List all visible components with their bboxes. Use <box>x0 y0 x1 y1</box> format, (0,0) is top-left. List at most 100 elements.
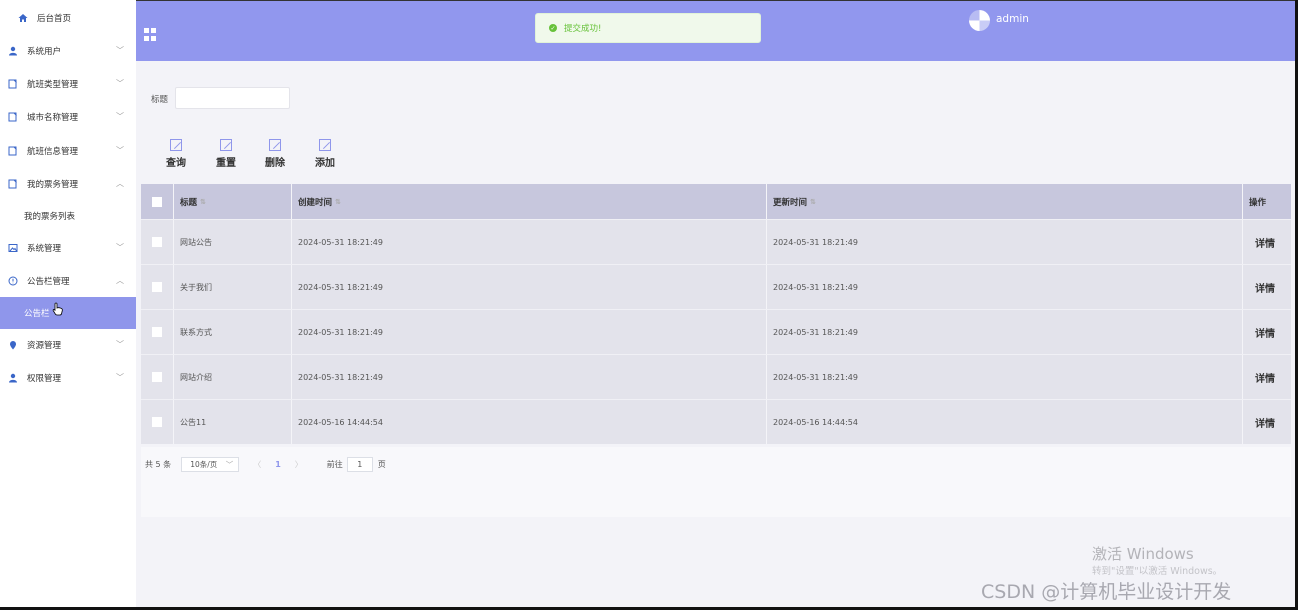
title-search-input[interactable] <box>175 87 290 109</box>
edit-icon <box>170 139 182 151</box>
query-label: 查询 <box>166 158 186 169</box>
sort-icon[interactable]: ⇅ <box>810 198 816 206</box>
reset-button[interactable]: 重置 <box>216 139 236 169</box>
success-toast: ✓ 提交成功! <box>535 13 761 43</box>
row-checkbox[interactable] <box>152 372 162 382</box>
header-created[interactable]: 创建时间 ⇅ <box>292 184 767 219</box>
header-title[interactable]: 标题 ⇅ <box>174 184 292 219</box>
page-size-select[interactable]: 10条/页 ﹀ <box>181 457 240 472</box>
cell-updated: 2024-05-31 18:21:49 <box>767 355 1243 399</box>
sidebar-item-label: 航班信息管理 <box>27 146 79 157</box>
avatar[interactable] <box>969 10 990 31</box>
row-checkbox[interactable] <box>152 327 162 337</box>
detail-button[interactable]: 详情 <box>1255 370 1275 385</box>
sidebar-item-label: 系统管理 <box>27 243 62 254</box>
header-checkbox-cell <box>141 184 174 219</box>
cell-title: 关于我们 <box>174 265 292 309</box>
doc-icon <box>8 79 18 89</box>
chevron-down-icon: ﹀ <box>116 112 124 121</box>
user-icon <box>8 46 18 56</box>
column-label: 创建时间 <box>298 197 333 208</box>
delete-button[interactable]: 删除 <box>265 139 285 169</box>
table-row[interactable]: 关于我们 2024-05-31 18:21:49 2024-05-31 18:2… <box>141 264 1291 309</box>
sidebar-item-flights[interactable]: 航班信息管理 ﹀ <box>0 134 136 167</box>
table-row[interactable]: 公告11 2024-05-16 14:44:54 2024-05-16 14:4… <box>141 399 1291 444</box>
cell-created: 2024-05-31 18:21:49 <box>292 220 767 264</box>
doc-icon <box>8 179 18 189</box>
column-label: 更新时间 <box>773 197 808 208</box>
sidebar-item-notice-mgmt[interactable]: 公告栏管理 ︿ <box>0 264 136 297</box>
grid-menu-icon[interactable] <box>144 28 157 41</box>
cell-created: 2024-05-16 14:44:54 <box>292 400 767 444</box>
detail-button[interactable]: 详情 <box>1255 235 1275 250</box>
sidebar: 后台首页 系统用户 ﹀ 航班类型管理 ﹀ 城市名称管理 ﹀ 航班信息管理 ﹀ 我… <box>0 0 137 610</box>
delete-label: 删除 <box>265 158 285 169</box>
home-icon <box>18 13 28 23</box>
row-checkbox-cell <box>141 220 174 264</box>
sidebar-item-system-users[interactable]: 系统用户 ﹀ <box>0 34 136 67</box>
total-count: 共 5 条 <box>145 460 172 469</box>
table-row[interactable]: 网站介绍 2024-05-31 18:21:49 2024-05-31 18:2… <box>141 354 1291 399</box>
edit-icon <box>269 139 281 151</box>
cell-updated: 2024-05-31 18:21:49 <box>767 220 1243 264</box>
cell-action: 详情 <box>1243 355 1291 399</box>
query-button[interactable]: 查询 <box>166 139 186 169</box>
sort-icon[interactable]: ⇅ <box>335 198 341 206</box>
hand-cursor-icon <box>52 302 64 319</box>
sidebar-item-label: 资源管理 <box>27 340 62 351</box>
csdn-watermark: CSDN @计算机毕业设计开发 <box>981 581 1232 603</box>
chevron-down-icon: ﹀ <box>116 340 124 349</box>
sidebar-item-label: 城市名称管理 <box>27 112 79 123</box>
row-checkbox[interactable] <box>152 237 162 247</box>
sidebar-item-label: 公告栏 <box>24 309 50 319</box>
add-button[interactable]: 添加 <box>315 139 335 169</box>
cell-created: 2024-05-31 18:21:49 <box>292 355 767 399</box>
username[interactable]: admin <box>996 13 1029 25</box>
check-circle-icon: ✓ <box>549 24 557 32</box>
toast-message: 提交成功! <box>564 24 602 34</box>
chevron-up-icon: ︿ <box>116 179 124 188</box>
prev-page-icon[interactable]: 〈 <box>253 459 261 470</box>
cell-created: 2024-05-31 18:21:49 <box>292 265 767 309</box>
table-header: 标题 ⇅ 创建时间 ⇅ 更新时间 ⇅ 操作 <box>141 184 1291 219</box>
cell-updated: 2024-05-16 14:44:54 <box>767 400 1243 444</box>
detail-button[interactable]: 详情 <box>1255 325 1275 340</box>
image-icon <box>8 243 18 253</box>
sort-icon[interactable]: ⇅ <box>200 198 206 206</box>
table-row[interactable]: 网站公告 2024-05-31 18:21:49 2024-05-31 18:2… <box>141 219 1291 264</box>
cell-created: 2024-05-31 18:21:49 <box>292 310 767 354</box>
cell-title: 联系方式 <box>174 310 292 354</box>
user-menu[interactable]: admin <box>969 10 1029 31</box>
sidebar-item-my-tickets[interactable]: 我的票务管理 ︿ <box>0 167 136 200</box>
cell-action: 详情 <box>1243 310 1291 354</box>
row-checkbox-cell <box>141 355 174 399</box>
sidebar-item-permissions[interactable]: 权限管理 ﹀ <box>0 361 136 394</box>
sidebar-item-resources[interactable]: 资源管理 ﹀ <box>0 328 136 361</box>
goto-label: 前往 <box>326 460 343 469</box>
select-all-checkbox[interactable] <box>152 196 162 207</box>
row-checkbox-cell <box>141 310 174 354</box>
sidebar-subitem-notice[interactable]: 公告栏 <box>0 297 136 329</box>
next-page-icon[interactable]: 〉 <box>295 459 303 470</box>
user-icon <box>8 373 18 383</box>
cell-updated: 2024-05-31 18:21:49 <box>767 310 1243 354</box>
row-checkbox[interactable] <box>152 282 162 292</box>
table-row[interactable]: 联系方式 2024-05-31 18:21:49 2024-05-31 18:2… <box>141 309 1291 354</box>
sidebar-subitem-ticket-list[interactable]: 我的票务列表 <box>0 200 136 232</box>
search-label: 标题 <box>151 95 169 105</box>
cell-title: 网站介绍 <box>174 355 292 399</box>
row-checkbox[interactable] <box>152 417 162 427</box>
detail-button[interactable]: 详情 <box>1255 415 1275 430</box>
header-updated[interactable]: 更新时间 ⇅ <box>767 184 1243 219</box>
pagination-area: 共 5 条 10条/页 ﹀ 〈 1 〉 前往 1 页 <box>141 447 1291 517</box>
goto-page-input[interactable]: 1 <box>346 457 373 472</box>
sidebar-item-flight-types[interactable]: 航班类型管理 ﹀ <box>0 67 136 100</box>
sidebar-item-home[interactable]: 后台首页 <box>0 1 136 34</box>
chevron-down-icon: ﹀ <box>225 460 234 469</box>
detail-button[interactable]: 详情 <box>1255 280 1275 295</box>
cell-title: 网站公告 <box>174 220 292 264</box>
page-number[interactable]: 1 <box>275 460 281 469</box>
sidebar-item-cities[interactable]: 城市名称管理 ﹀ <box>0 100 136 133</box>
sidebar-item-system[interactable]: 系统管理 ﹀ <box>0 231 136 264</box>
column-label: 操作 <box>1249 197 1267 208</box>
